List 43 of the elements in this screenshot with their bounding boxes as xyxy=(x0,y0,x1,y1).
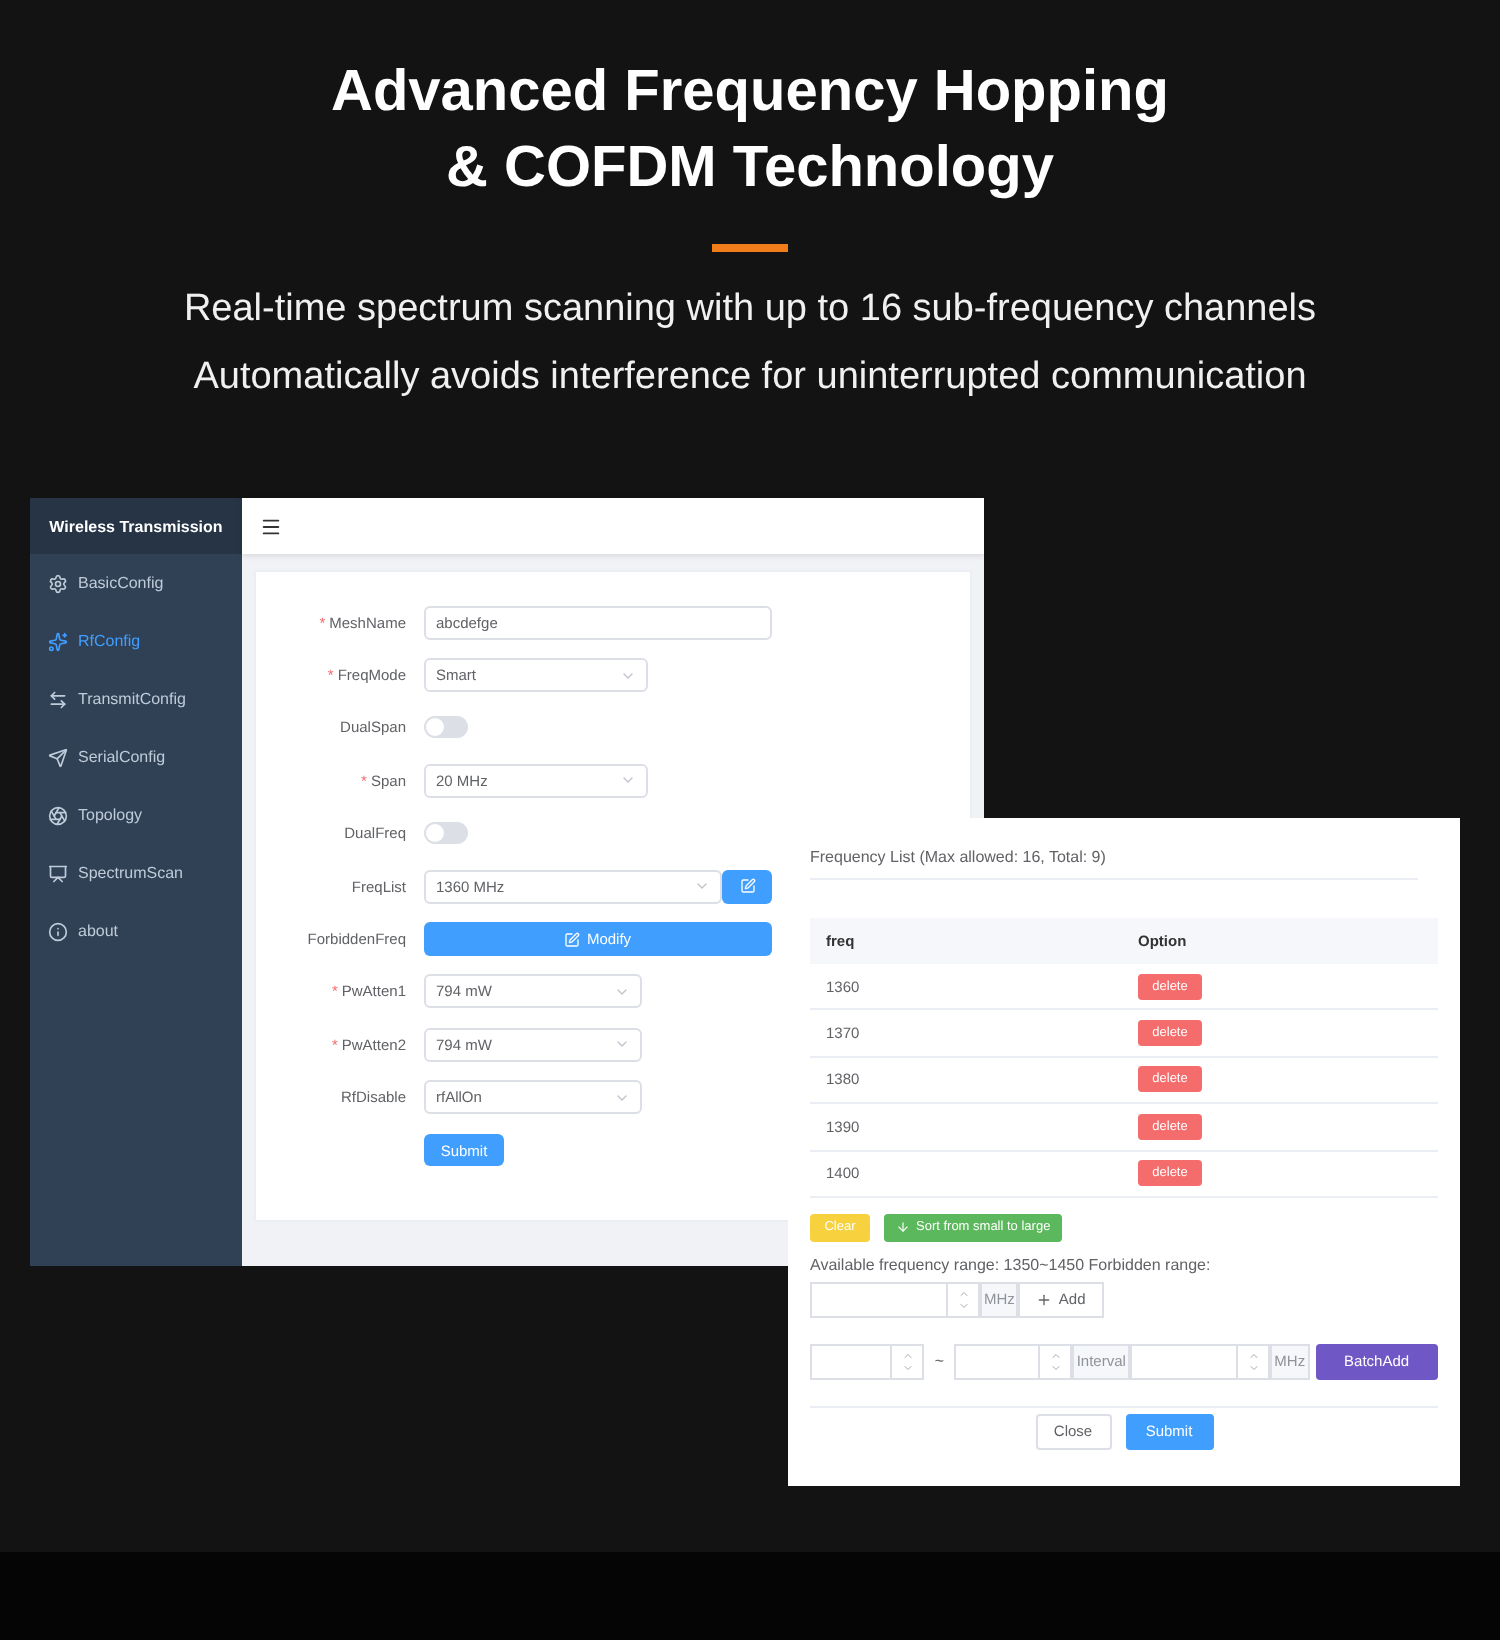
toggle-switch[interactable] xyxy=(424,716,468,739)
number-field[interactable] xyxy=(1129,1343,1271,1380)
chevron-down-icon[interactable] xyxy=(957,1299,969,1312)
plus-icon xyxy=(1036,1291,1053,1308)
subtitle: Real-time spectrum scanning with up to 16 sub-frequency channels xyxy=(183,286,1317,334)
sidebar-item[interactable]: about xyxy=(30,902,242,960)
arrows-icon xyxy=(48,689,68,709)
accent-bar xyxy=(712,244,788,252)
edit-icon xyxy=(564,931,581,948)
sidebar-item[interactable]: SpectrumScan xyxy=(30,844,242,902)
gear-icon xyxy=(48,573,68,593)
range-info: Available frequency range: 1350~1450 Forbidden range: xyxy=(810,1255,1213,1274)
screen-icon xyxy=(48,863,68,883)
arrow-down-icon xyxy=(896,1220,910,1235)
subtitle: Automatically avoids interference for uninterrupted communication xyxy=(193,354,1307,402)
chevron-up-icon[interactable] xyxy=(957,1287,969,1300)
sidebar-title: Wireless Transmission xyxy=(30,498,242,554)
chevron-up-icon[interactable] xyxy=(1247,1349,1260,1362)
sidebar-item[interactable]: RfConfig xyxy=(30,612,242,670)
number-field[interactable] xyxy=(954,1343,1073,1380)
sidebar-item[interactable]: SerialConfig xyxy=(30,728,242,786)
sidebar-item[interactable]: Topology xyxy=(30,786,242,844)
chevron-up-icon[interactable] xyxy=(1049,1349,1062,1362)
info-icon xyxy=(48,921,68,941)
paper-plane-icon xyxy=(48,747,68,767)
edit-icon xyxy=(739,878,755,895)
toggle-switch[interactable] xyxy=(424,822,468,845)
sidebar-item[interactable]: BasicConfig xyxy=(30,554,242,612)
sidebar-item[interactable]: TransmitConfig xyxy=(30,670,242,728)
chevron-down-icon[interactable] xyxy=(1247,1361,1260,1374)
chevron-down-icon[interactable] xyxy=(901,1361,914,1374)
chevron-up-icon[interactable] xyxy=(901,1349,914,1362)
number-field[interactable] xyxy=(810,1281,980,1318)
dialog-title: Frequency List (Max allowed: 16, Total: 9) xyxy=(810,848,1418,880)
number-field[interactable] xyxy=(810,1343,925,1380)
range-separator: ~ xyxy=(932,1352,947,1371)
headline: & COFDM Technology xyxy=(446,134,1054,204)
edit-button[interactable] xyxy=(722,869,772,904)
headline: Advanced Frequency Hopping xyxy=(331,58,1169,128)
chevron-down-icon[interactable] xyxy=(1049,1361,1062,1374)
aperture-icon xyxy=(48,805,68,825)
sparkle-icon xyxy=(48,631,68,651)
menu-icon[interactable] xyxy=(260,515,282,537)
